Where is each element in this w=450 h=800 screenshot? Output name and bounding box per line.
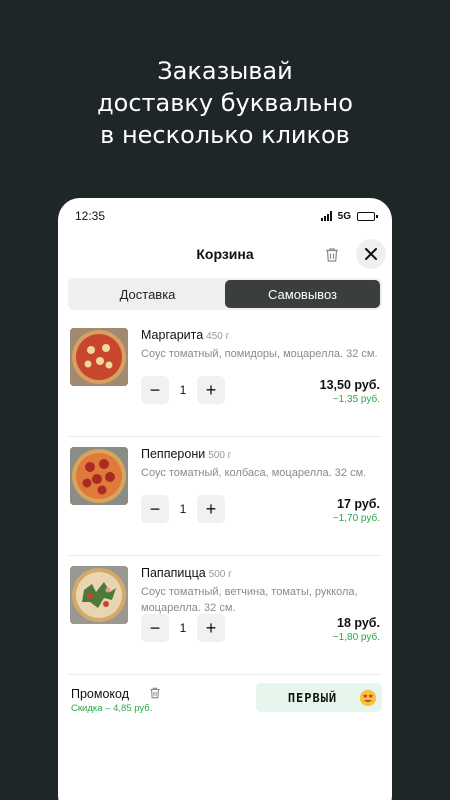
quantity-stepper: − 1 + [141,614,225,642]
pizza-margherita-image [70,328,128,386]
item-discount: −1,35 руб. [332,394,380,405]
cart-item: Маргарита 450 г Соус томатный, помидоры, … [68,318,382,437]
quantity-stepper: − 1 + [141,495,225,523]
quantity-stepper: − 1 + [141,376,225,404]
item-weight: 500 г [208,450,232,461]
item-weight: 500 г [208,569,232,580]
headline-line-3: в несколько кликов [100,121,350,149]
item-discount: −1,70 руб. [332,513,380,524]
cart-item: Папапицца 500 г Соус томатный, ветчина, т… [68,556,382,675]
phone-screen: 12:35 5G Корзина Доставка Самовывоз Марг… [58,198,392,800]
promo-code-field[interactable]: ПЕРВЫЙ [256,683,382,712]
item-name: Пепперони [141,447,206,461]
decrease-button[interactable]: − [141,614,169,642]
close-icon [365,248,377,260]
promo-section: Промокод Скидка – 4,85 руб. ПЕРВЫЙ [68,675,382,735]
item-name: Маргарита [141,328,204,342]
headline-line-2: доставку буквально [97,89,353,117]
quantity-value: 1 [179,383,187,397]
promo-headline: Заказывай доставку буквально в несколько… [0,55,450,151]
item-name: Папапицца [141,566,206,580]
tab-delivery[interactable]: Доставка [70,280,225,308]
decrease-button[interactable]: − [141,376,169,404]
pizza-papapizza-image [70,566,128,624]
delivery-mode-segment: Доставка Самовывоз [68,278,382,310]
quantity-value: 1 [179,502,187,516]
item-price: 17 руб. [337,497,380,511]
promo-trash-icon[interactable] [148,686,162,700]
cart-header: Корзина [58,234,392,276]
cart-item: Пепперони 500 г Соус томатный, колбаса, м… [68,437,382,556]
cart-items: Маргарита 450 г Соус томатный, помидоры, … [58,318,392,675]
item-discount: −1,80 руб. [332,632,380,643]
increase-button[interactable]: + [197,376,225,404]
promo-discount: Скидка – 4,85 руб. [71,703,153,714]
pizza-pepperoni-image [70,447,128,505]
promo-label: Промокод [71,687,130,701]
status-bar: 12:35 5G [58,198,392,234]
trash-icon[interactable] [323,246,341,264]
heart-eyes-emoji-icon [359,689,377,706]
item-weight: 450 г [206,331,230,342]
promo-code-value: ПЕРВЫЙ [287,690,338,705]
item-description: Соус томатный, ветчина, томаты, руккола,… [141,586,358,614]
item-description: Соус томатный, помидоры, моцарелла. 32 с… [141,348,378,360]
close-button[interactable] [356,239,386,269]
headline-line-1: Заказывай [157,57,293,85]
decrease-button[interactable]: − [141,495,169,523]
item-price: 18 руб. [337,616,380,630]
item-price: 13,50 руб. [319,378,380,392]
increase-button[interactable]: + [197,495,225,523]
status-time: 12:35 [75,209,106,223]
network-label: 5G [337,210,351,222]
battery-icon [357,211,378,221]
signal-icon [320,211,332,221]
quantity-value: 1 [179,621,187,635]
item-description: Соус томатный, колбаса, моцарелла. 32 см… [141,467,367,479]
increase-button[interactable]: + [197,614,225,642]
page-title: Корзина [196,246,254,262]
tab-pickup[interactable]: Самовывоз [225,280,380,308]
